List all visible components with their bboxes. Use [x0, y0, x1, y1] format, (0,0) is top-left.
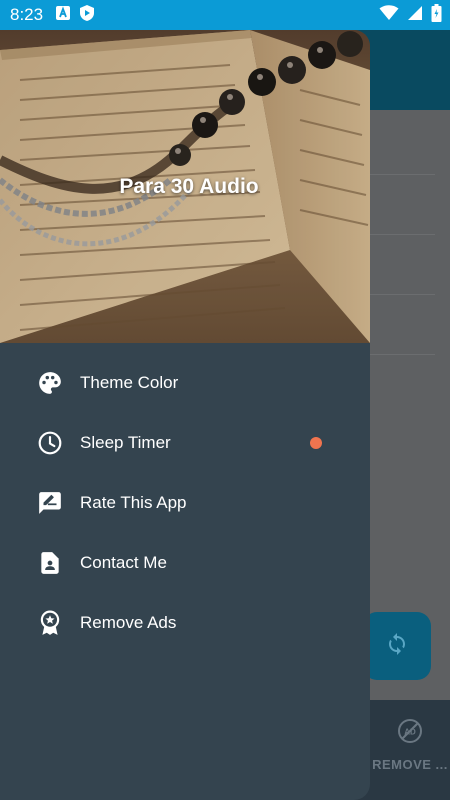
remove-ads-nav-label: REMOVE ...: [372, 757, 448, 772]
drawer-title: Para 30 Audio: [119, 175, 259, 198]
menu-label: Rate This App: [80, 493, 187, 512]
divider: [370, 174, 435, 175]
menu-item-sleep-timer[interactable]: Sleep Timer: [0, 413, 370, 473]
wifi-icon: [379, 4, 399, 26]
signal-icon: [407, 5, 423, 26]
divider: [370, 234, 435, 235]
divider: [370, 354, 435, 355]
menu-label: Sleep Timer: [80, 433, 171, 452]
battery-icon: [431, 3, 442, 27]
navigation-drawer: Para 30 Audio Theme Color Sleep Timer Ra…: [0, 30, 370, 800]
menu-item-contact-me[interactable]: Contact Me: [0, 533, 370, 593]
shield-notification-icon: [79, 4, 95, 27]
refresh-icon: [385, 632, 409, 661]
divider: [370, 294, 435, 295]
status-time: 8:23: [10, 5, 44, 24]
menu-item-theme-color[interactable]: Theme Color: [0, 353, 370, 413]
status-bar: 8:23: [0, 0, 450, 30]
notification-dot: [310, 437, 322, 449]
rate-review-icon: [37, 490, 63, 516]
menu-label: Remove Ads: [80, 613, 177, 632]
menu-item-rate-this-app[interactable]: Rate This App: [0, 473, 370, 533]
menu-label: Theme Color: [80, 373, 179, 392]
clock-icon: [37, 430, 63, 456]
menu-item-remove-ads[interactable]: Remove Ads: [0, 593, 370, 653]
menu-label: Contact Me: [80, 553, 167, 572]
drawer-menu: Theme Color Sleep Timer Rate This App Co…: [0, 353, 370, 653]
palette-icon: [37, 370, 63, 396]
remove-ads-nav-item[interactable]: AD REMOVE ...: [370, 718, 450, 772]
svg-text:AD: AD: [404, 728, 416, 737]
no-ads-icon: AD: [397, 719, 423, 748]
award-badge-icon: [37, 610, 63, 636]
refresh-fab[interactable]: [363, 612, 431, 680]
drawer-header: Para 30 Audio: [0, 30, 370, 343]
contact-card-icon: [37, 550, 63, 576]
a-box-notification-icon: [55, 5, 71, 26]
